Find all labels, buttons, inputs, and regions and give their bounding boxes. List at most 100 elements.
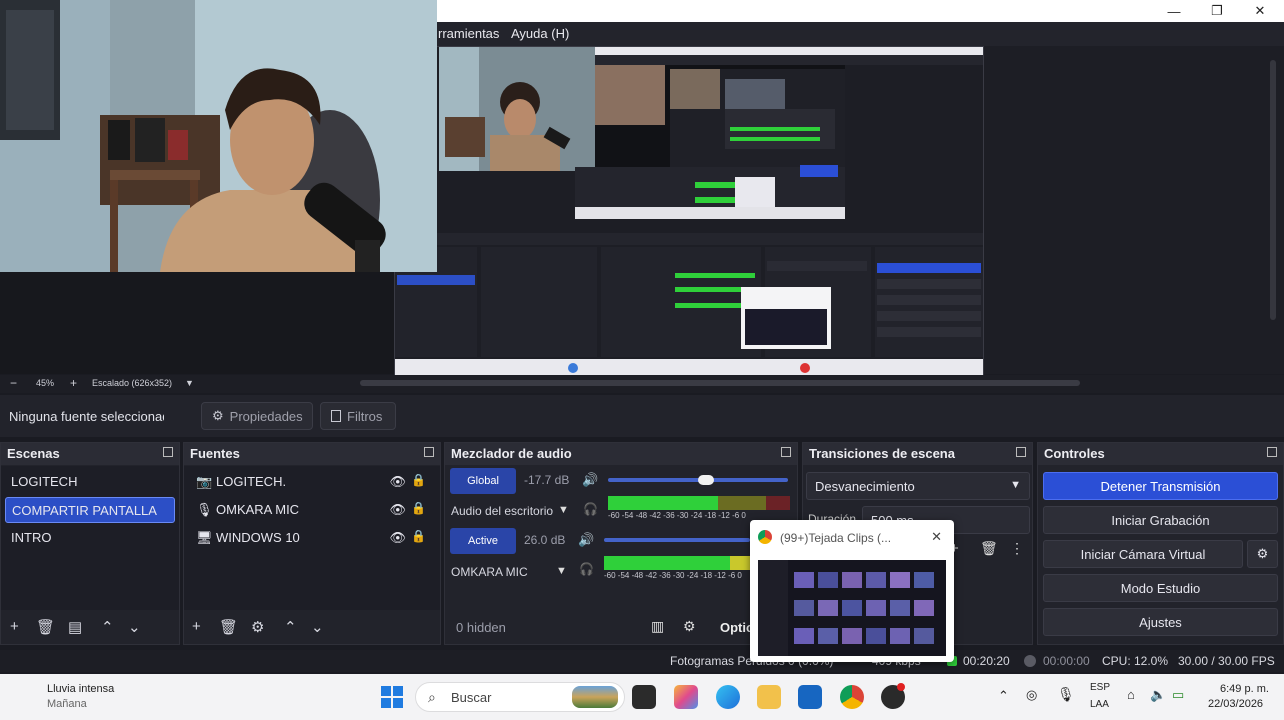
hidden-count: 0 hidden	[456, 620, 506, 635]
copilot-icon[interactable]	[674, 685, 698, 709]
maximize-button[interactable]: ❐	[1197, 0, 1237, 22]
close-button[interactable]: ✕	[1240, 0, 1280, 22]
lock-icon[interactable]: 🔒	[411, 501, 426, 515]
add-source-icon[interactable]: +	[192, 618, 201, 635]
transitions-title: Transiciones de escena	[809, 446, 955, 461]
edge-icon[interactable]	[716, 685, 740, 709]
preview-vertical-scrollbar[interactable]	[1270, 60, 1276, 320]
transition-menu-icon[interactable]: ⋮	[1010, 540, 1024, 557]
channel-1-volume-knob[interactable]	[698, 475, 714, 485]
float-dock-icon[interactable]	[424, 447, 434, 457]
scene-item-intro[interactable]: INTRO	[5, 525, 175, 551]
scene-label: LOGITECH	[11, 474, 78, 489]
channel-2-menu-chevron-icon[interactable]: ▼	[556, 565, 567, 577]
clock-date: 22/03/2026	[1208, 698, 1264, 710]
scale-dropdown-icon[interactable]: ▼	[185, 378, 194, 388]
float-dock-icon[interactable]	[781, 447, 791, 457]
speaker-icon[interactable]: 🔊	[582, 472, 598, 488]
taskbar-search[interactable]: ⌕ Buscar	[415, 682, 625, 712]
taskbar-preview-popup[interactable]: (99+)Tejada Clips (... ✕	[750, 520, 954, 662]
source-label: LOGITECH.	[216, 474, 287, 489]
mixer-advanced-gear-icon[interactable]: ⚙	[683, 618, 696, 635]
zoom-out-button[interactable]: −	[10, 376, 17, 390]
sources-toolbar: + 🗑 ⚙ ⌃ ⌄	[184, 610, 440, 644]
network-tray-icon[interactable]: ◎	[1026, 687, 1037, 703]
clock-time[interactable]: 6:49 p. m.	[1220, 683, 1269, 695]
filters-button[interactable]: Filtros	[320, 402, 396, 430]
mixer-options-label[interactable]: Optio	[720, 620, 754, 635]
source-item-omkara-mic[interactable]: 🎙 OMKARA MIC 👁 🔒	[188, 497, 436, 523]
windows-start-icon[interactable]	[381, 686, 403, 708]
eye-icon[interactable]: 👁	[389, 530, 406, 546]
channel-2-badge[interactable]: Active	[450, 528, 516, 554]
filters-label: Filtros	[347, 408, 383, 424]
properties-button[interactable]: ⚙ Propiedades	[201, 402, 313, 430]
file-explorer-icon[interactable]	[757, 685, 781, 709]
source-item-logitech[interactable]: 📷 LOGITECH. 👁 🔒	[188, 469, 436, 495]
zoom-in-button[interactable]: +	[70, 376, 77, 390]
volume-icon[interactable]: 🔈	[1150, 687, 1166, 703]
task-view-icon[interactable]	[632, 685, 656, 709]
menu-tools[interactable]: rramientas	[438, 26, 499, 41]
lock-icon[interactable]: 🔒	[411, 473, 426, 487]
battery-icon[interactable]: ▭	[1172, 687, 1184, 703]
speaker-icon[interactable]: 🔊	[578, 532, 594, 548]
virtual-camera-settings-button[interactable]: ⚙	[1247, 540, 1278, 568]
source-label: WINDOWS 10	[216, 530, 300, 545]
remove-transition-icon[interactable]: 🗑	[980, 540, 998, 557]
mixer-title: Mezclador de audio	[451, 446, 572, 461]
tray-chevron-icon[interactable]: ⌃	[998, 688, 1009, 704]
popup-close-icon[interactable]: ✕	[931, 529, 942, 545]
source-item-windows-10[interactable]: 🖥 WINDOWS 10 👁 🔒	[188, 525, 436, 551]
eye-icon[interactable]: 👁	[389, 502, 406, 518]
source-properties-gear-icon[interactable]: ⚙	[251, 618, 264, 636]
stop-streaming-button[interactable]: Detener Transmisión	[1043, 472, 1278, 500]
mixer-layout-icon[interactable]: ▥	[651, 618, 664, 635]
studio-mode-button[interactable]: Modo Estudio	[1043, 574, 1278, 602]
stream-time: 00:20:20	[963, 654, 1010, 668]
scene-item-compartir-pantalla[interactable]: COMPARTIR PANTALLA	[5, 497, 175, 523]
store-icon[interactable]	[798, 685, 822, 709]
channel-1-volume-slider[interactable]	[608, 475, 788, 485]
scene-item-logitech[interactable]: LOGITECH	[5, 469, 175, 495]
mixer-toolbar: 0 hidden ▥ ⚙ Optio	[446, 611, 796, 644]
channel-2-volume-slider[interactable]	[604, 538, 750, 542]
remove-scene-icon[interactable]: 🗑	[36, 618, 55, 636]
start-recording-button[interactable]: Iniciar Grabación	[1043, 506, 1278, 534]
add-scene-icon[interactable]: +	[10, 618, 19, 635]
menu-help[interactable]: Ayuda (H)	[511, 26, 569, 41]
preview-horizontal-scrollbar[interactable]	[360, 380, 1080, 386]
move-up-icon[interactable]: ⌃	[284, 618, 297, 636]
source-toolbar	[0, 395, 1284, 437]
settings-button[interactable]: Ajustes	[1043, 608, 1278, 636]
transition-type-value: Desvanecimiento	[815, 479, 915, 494]
record-status-icon	[1024, 655, 1036, 667]
transition-type-select[interactable]: Desvanecimiento ▼	[806, 472, 1030, 500]
eye-icon[interactable]: 👁	[389, 474, 406, 490]
channel-1-menu-chevron-icon[interactable]: ▼	[558, 504, 569, 516]
microphone-tray-icon[interactable]: 🎙	[1057, 686, 1075, 703]
move-down-icon[interactable]: ⌄	[128, 618, 141, 636]
wifi-icon[interactable]: ⌂	[1127, 687, 1135, 702]
float-dock-icon[interactable]	[163, 447, 173, 457]
channel-1-monitor-icon[interactable]: 🎧	[583, 502, 598, 516]
minimize-button[interactable]: —	[1154, 0, 1194, 22]
preview-empty-region	[0, 272, 395, 374]
lock-icon[interactable]: 🔒	[411, 529, 426, 543]
channel-2-monitor-icon[interactable]: 🎧	[579, 562, 594, 576]
move-down-icon[interactable]: ⌄	[311, 618, 324, 636]
weather-title[interactable]: Lluvia intensa	[47, 683, 114, 695]
language-bottom: LAA	[1090, 699, 1109, 710]
start-virtual-camera-button[interactable]: Iniciar Cámara Virtual	[1043, 540, 1243, 568]
remove-source-icon[interactable]: 🗑	[219, 618, 238, 636]
chrome-taskbar-icon[interactable]	[840, 685, 864, 709]
channel-1-badge[interactable]: Global	[450, 468, 516, 494]
float-dock-icon[interactable]	[1267, 447, 1277, 457]
close-icon: ✕	[1254, 3, 1266, 18]
language-top[interactable]: ESP	[1090, 682, 1110, 693]
scene-filters-icon[interactable]: ▤	[68, 618, 82, 636]
properties-label: Propiedades	[229, 408, 303, 424]
move-up-icon[interactable]: ⌃	[101, 618, 114, 636]
popup-thumbnail	[758, 560, 946, 656]
float-dock-icon[interactable]	[1016, 447, 1026, 457]
